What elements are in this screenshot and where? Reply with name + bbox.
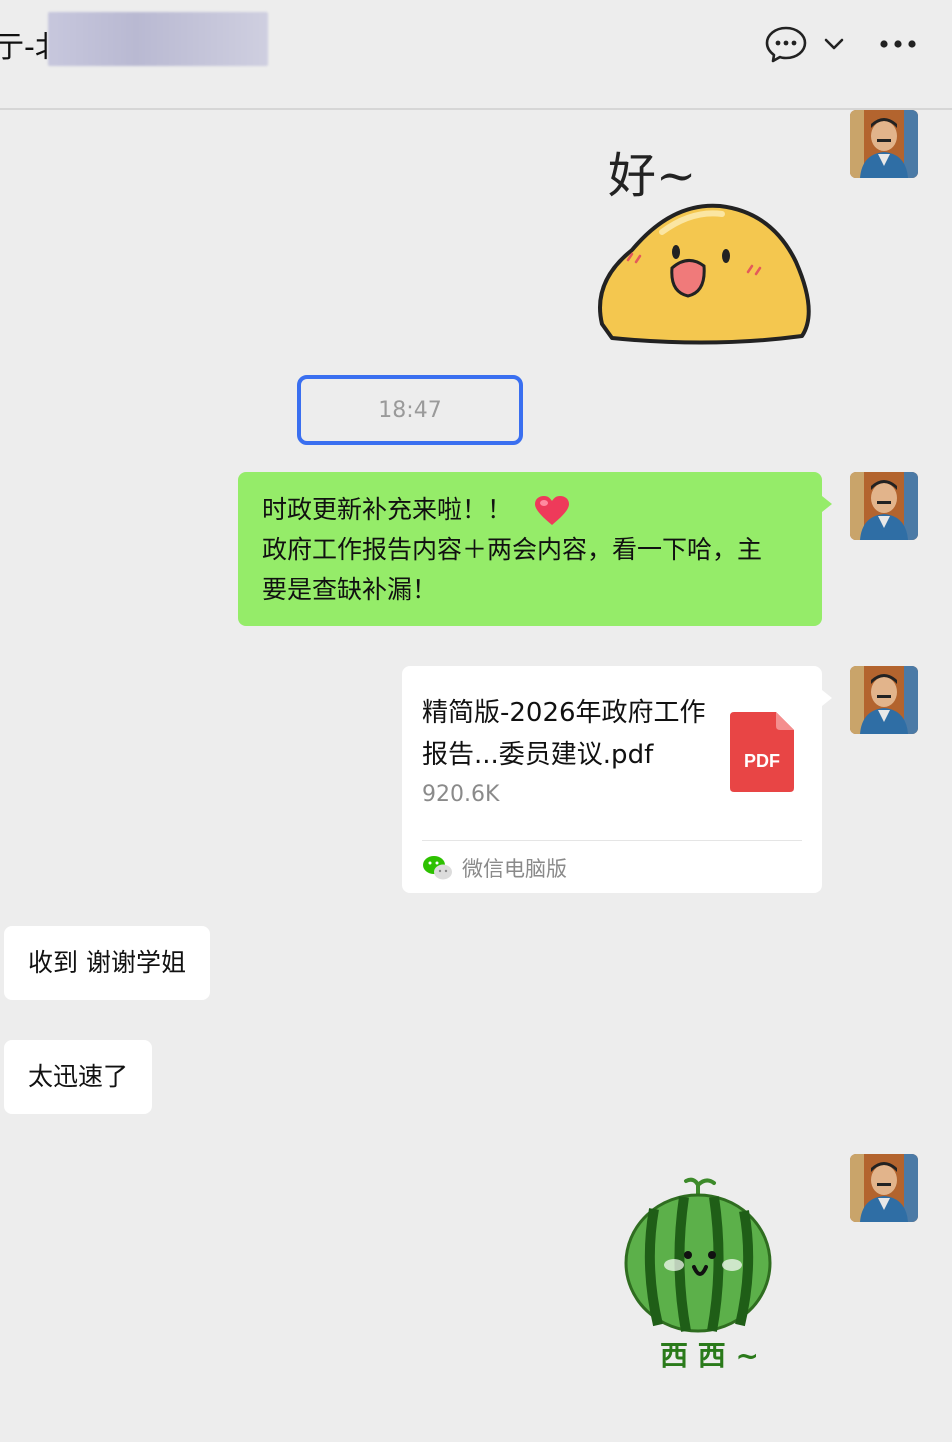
- avatar[interactable]: [850, 110, 918, 178]
- bubble-text-line-3: 要是查缺补漏！: [262, 575, 438, 604]
- bubble-line-1: 时政更新补充来啦！！: [262, 490, 798, 530]
- file-card-divider: [422, 840, 802, 841]
- sent-text-bubble[interactable]: 时政更新补充来啦！！ 政府工作报告内容＋两会内容，看一下哈，主 要是查缺补漏！: [238, 472, 832, 626]
- sticker-caption: 西 西 ~: [660, 1339, 759, 1372]
- redacted-title-block: [48, 12, 268, 66]
- more-icon[interactable]: [876, 22, 920, 66]
- svg-text:PDF: PDF: [744, 751, 780, 771]
- avatar[interactable]: [850, 1154, 918, 1222]
- wechat-icon: [423, 856, 452, 880]
- highlighted-timestamp-box: 18:47: [297, 375, 523, 445]
- sticker-caption: 好~: [608, 148, 696, 204]
- received-text-bubble[interactable]: 太迅速了: [4, 1040, 153, 1114]
- chat-header: 亍-北: [0, 0, 952, 110]
- chevron-down-icon[interactable]: [822, 22, 846, 66]
- heart-emoji-icon: [534, 496, 569, 525]
- received-text-bubble[interactable]: 收到 谢谢学姐: [4, 926, 210, 1000]
- avatar[interactable]: [850, 472, 918, 540]
- bubble-text-line-2: 政府工作报告内容＋两会内容，看一下哈，主: [262, 535, 763, 564]
- file-source-label: 微信电脑版: [462, 857, 567, 881]
- file-size: 920.6K: [422, 782, 500, 807]
- file-source: 微信电脑版: [422, 852, 567, 884]
- file-name: 精简版-2026年政府工作报告...委员建议.pdf: [422, 698, 706, 770]
- watermelon-sticker[interactable]: 西 西 ~: [614, 1175, 780, 1375]
- file-message-card[interactable]: 精简版-2026年政府工作报告...委员建议.pdf 920.6K PDF 微信…: [402, 666, 832, 893]
- pdf-file-icon: PDF: [730, 712, 794, 792]
- message-timestamp: 18:47: [378, 397, 442, 423]
- yellow-blob-sticker[interactable]: 好~: [592, 132, 818, 348]
- chat-bubble-icon[interactable]: [764, 22, 808, 66]
- avatar[interactable]: [850, 666, 918, 734]
- bubble-text-line-1: 时政更新补充来啦！！: [262, 495, 513, 524]
